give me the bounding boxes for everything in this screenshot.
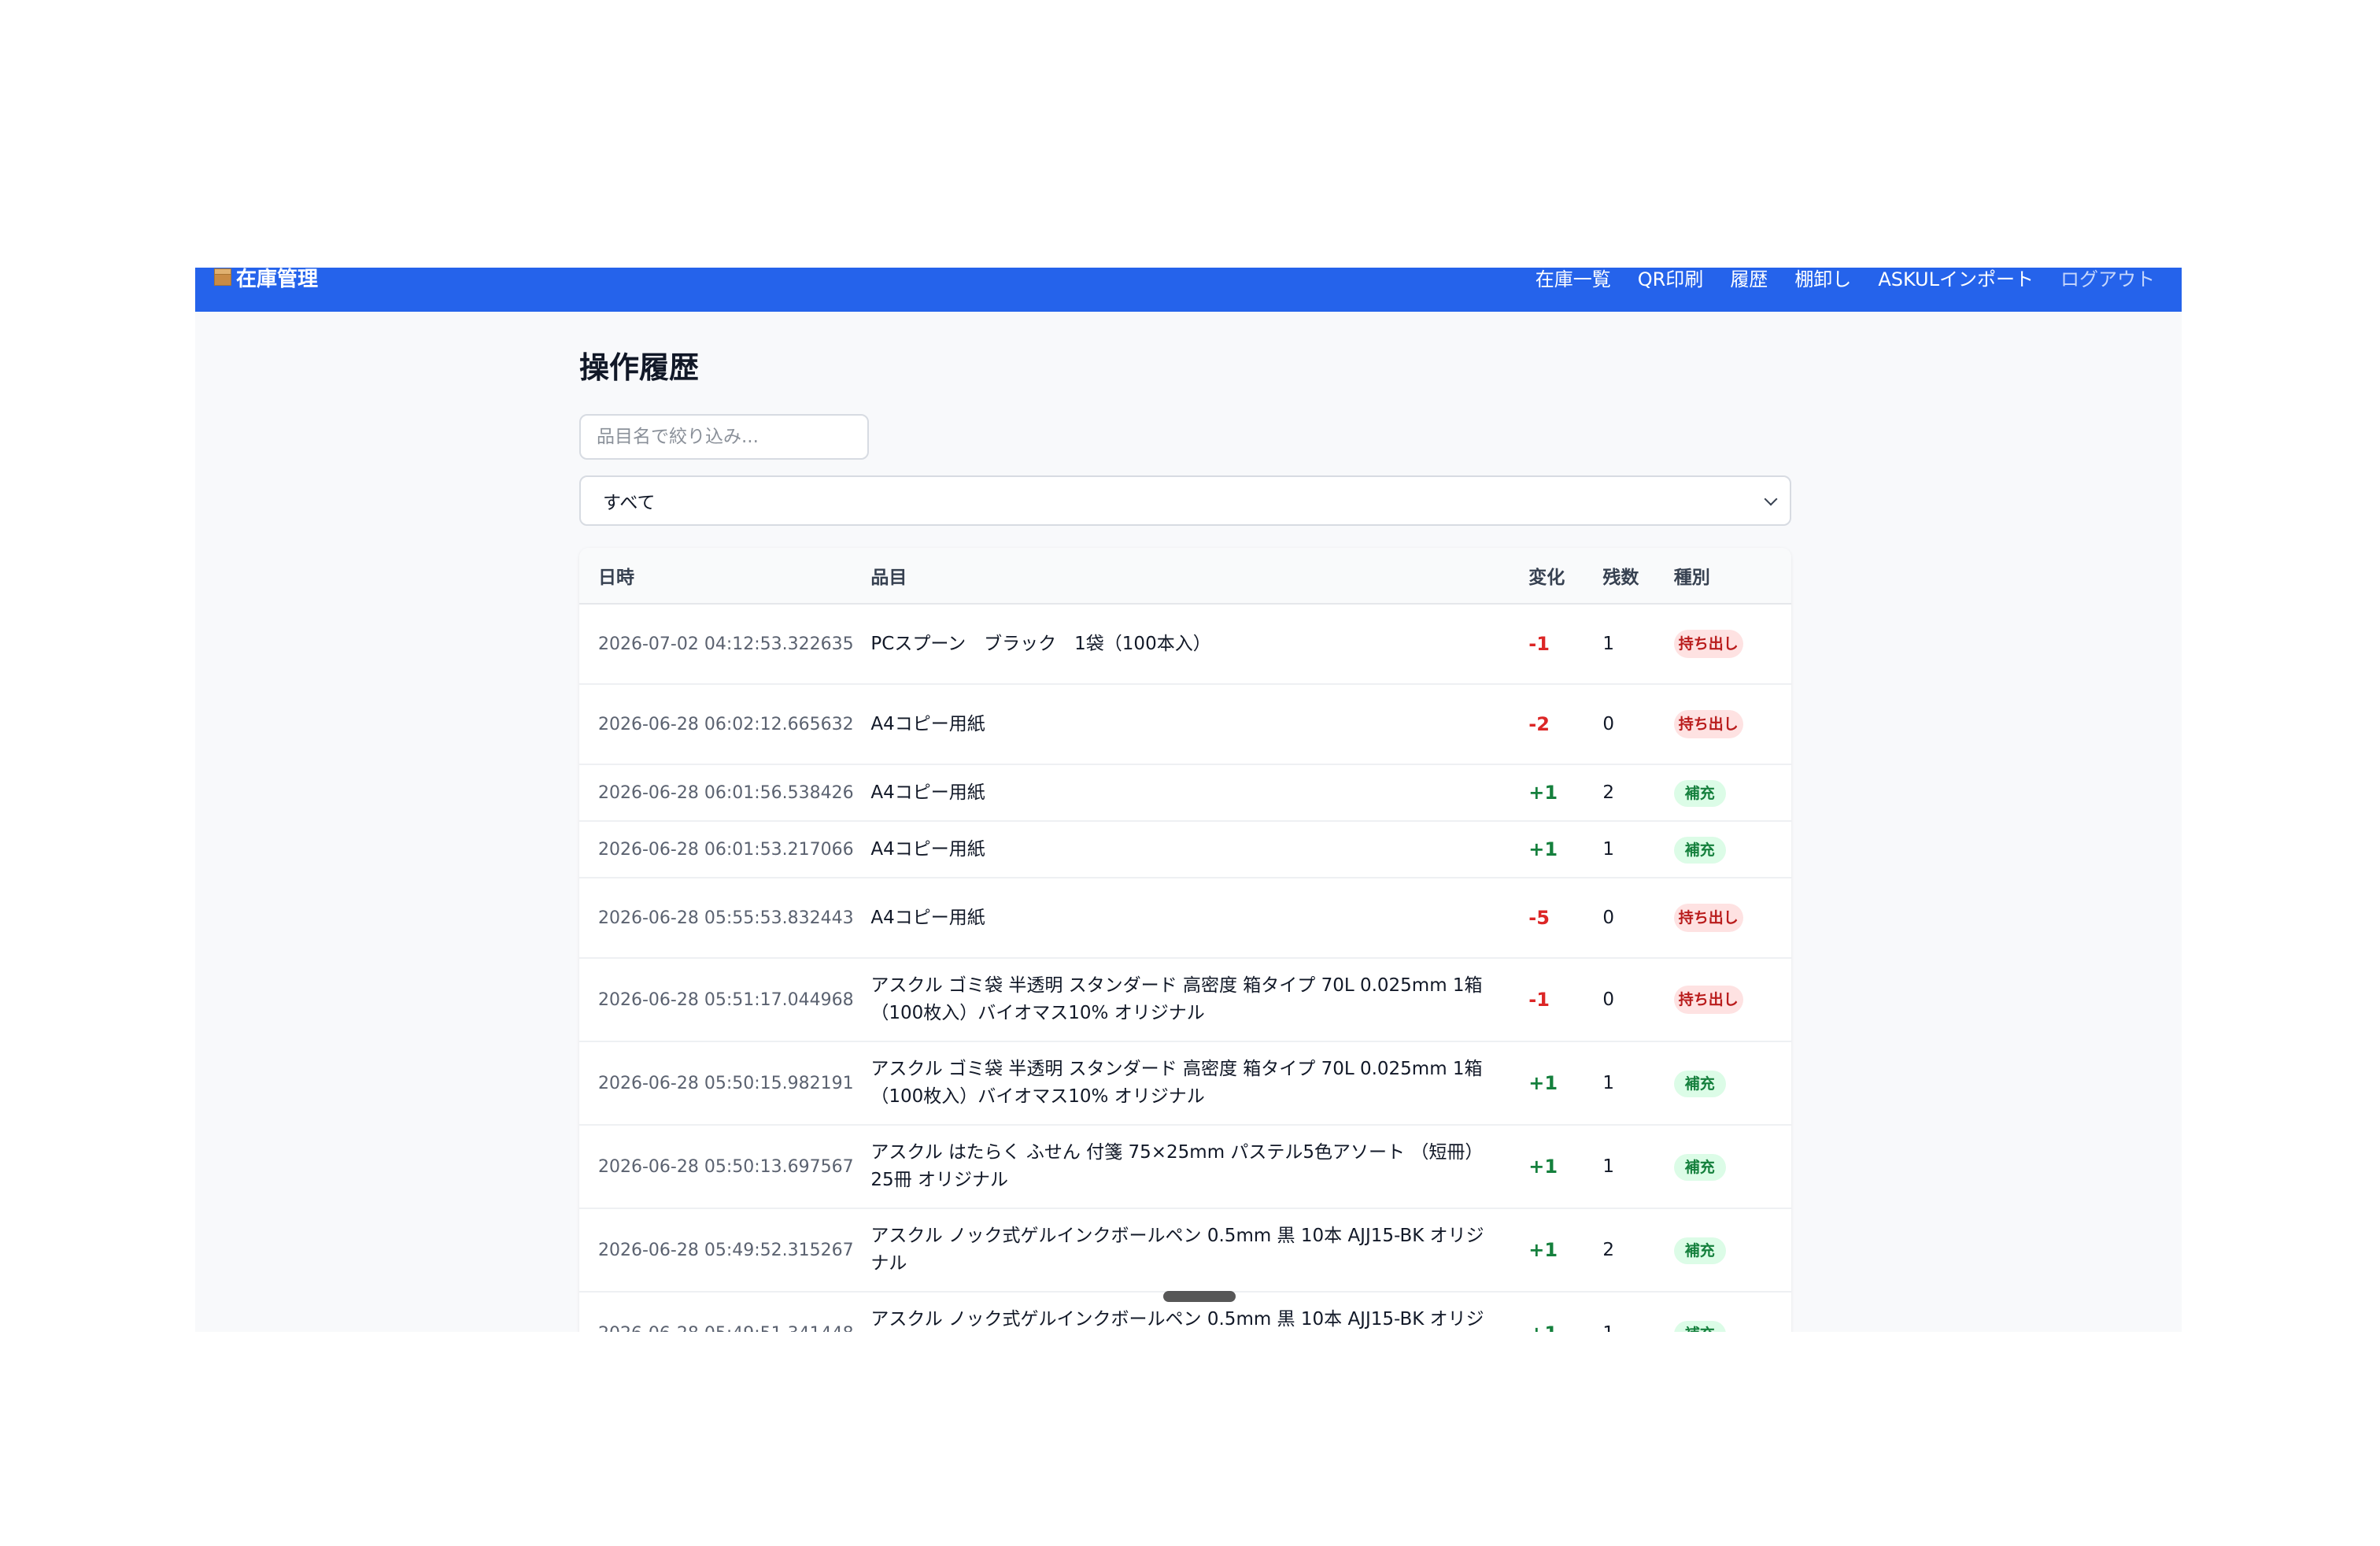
header-remaining: 残数 bbox=[1584, 548, 1655, 605]
row-change: -1 bbox=[1510, 958, 1584, 1042]
row-remaining: 1 bbox=[1584, 1125, 1655, 1209]
type-badge-in: 補充 bbox=[1673, 836, 1726, 864]
row-date: 2026-06-28 05:55:53.832443 bbox=[579, 878, 854, 959]
row-change: -1 bbox=[1510, 604, 1584, 685]
row-type: 持ち出し bbox=[1654, 604, 1791, 685]
nav-links: 在庫一覧 QR印刷 履歴 棚卸し ASKULインポート ログアウト bbox=[1536, 268, 2155, 290]
row-item: A4コピー用紙 bbox=[852, 821, 1510, 878]
header-type: 種別 bbox=[1654, 548, 1791, 605]
row-type: 持ち出し bbox=[1654, 958, 1791, 1042]
history-table: 日時 品目 変化 残数 種別 2026-07-02 04:12:53.32263… bbox=[579, 548, 1791, 1332]
row-change: -5 bbox=[1510, 878, 1584, 959]
app-window: 在庫管理 在庫一覧 QR印刷 履歴 棚卸し ASKULインポート ログアウト 操… bbox=[195, 268, 2182, 1332]
row-item: A4コピー用紙 bbox=[852, 878, 1510, 959]
chevron-down-icon bbox=[1764, 492, 1778, 506]
row-date: 2026-06-28 05:50:15.982191 bbox=[579, 1041, 854, 1126]
top-navbar: 在庫管理 在庫一覧 QR印刷 履歴 棚卸し ASKULインポート ログアウト bbox=[195, 268, 2182, 312]
row-remaining: 0 bbox=[1584, 958, 1655, 1042]
row-item: A4コピー用紙 bbox=[852, 684, 1510, 765]
brand-logo[interactable]: 在庫管理 bbox=[214, 268, 319, 291]
scroll-indicator[interactable] bbox=[1163, 1291, 1236, 1302]
table-row: 2026-06-28 06:01:53.217066 A4コピー用紙 +1 1 補充 bbox=[579, 821, 1791, 878]
row-item: A4コピー用紙 bbox=[852, 764, 1510, 822]
package-icon bbox=[214, 268, 231, 286]
table-row: 2026-06-28 05:50:15.982191 アスクル ゴミ袋 半透明 ス… bbox=[579, 1041, 1791, 1126]
row-date: 2026-06-28 05:49:52.315267 bbox=[579, 1208, 854, 1293]
row-type: 補充 bbox=[1654, 1041, 1791, 1126]
row-remaining: 2 bbox=[1584, 1208, 1655, 1293]
row-change: +1 bbox=[1510, 821, 1584, 878]
type-badge-in: 補充 bbox=[1673, 1320, 1726, 1332]
table-row: 2026-06-28 05:50:13.697567 アスクル はたらく ふせん … bbox=[579, 1125, 1791, 1209]
row-date: 2026-06-28 06:02:12.665632 bbox=[579, 684, 854, 765]
type-badge-in: 補充 bbox=[1673, 779, 1726, 807]
logout-link[interactable]: ログアウト bbox=[2060, 268, 2155, 291]
row-change: -2 bbox=[1510, 684, 1584, 765]
row-remaining: 1 bbox=[1584, 821, 1655, 878]
row-remaining: 1 bbox=[1584, 1292, 1655, 1332]
type-badge-in: 補充 bbox=[1673, 1153, 1726, 1181]
table-row: 2026-06-28 06:01:56.538426 A4コピー用紙 +1 2 補充 bbox=[579, 764, 1791, 822]
row-item: アスクル ゴミ袋 半透明 スタンダード 高密度 箱タイプ 70L 0.025mm… bbox=[852, 958, 1510, 1042]
row-change: +1 bbox=[1510, 764, 1584, 822]
row-remaining: 2 bbox=[1584, 764, 1655, 822]
table-row: 2026-06-28 06:02:12.665632 A4コピー用紙 -2 0 持ち出し bbox=[579, 684, 1791, 765]
row-remaining: 0 bbox=[1584, 684, 1655, 765]
row-type: 補充 bbox=[1654, 1208, 1791, 1293]
row-change: +1 bbox=[1510, 1208, 1584, 1293]
row-date: 2026-07-02 04:12:53.322635 bbox=[579, 604, 854, 685]
row-date: 2026-06-28 05:49:51.341448 bbox=[579, 1292, 854, 1332]
nav-link-history[interactable]: 履歴 bbox=[1730, 268, 1768, 291]
row-item: アスクル ゴミ袋 半透明 スタンダード 高密度 箱タイプ 70L 0.025mm… bbox=[852, 1041, 1510, 1126]
table-row: 2026-07-02 04:12:53.322635 PCスプーン ブラック 1袋… bbox=[579, 604, 1791, 685]
search-input[interactable] bbox=[579, 414, 869, 460]
row-item: アスクル ノック式ゲルインクボールペン 0.5mm 黒 10本 AJJ15-BK… bbox=[852, 1208, 1510, 1293]
page-title: 操作履歴 bbox=[579, 350, 700, 385]
table-header-row: 日時 品目 変化 残数 種別 bbox=[579, 548, 1791, 605]
table-row: 2026-06-28 05:51:17.044968 アスクル ゴミ袋 半透明 ス… bbox=[579, 958, 1791, 1042]
table-row: 2026-06-28 05:49:52.315267 アスクル ノック式ゲルインク… bbox=[579, 1208, 1791, 1293]
nav-link-inventory[interactable]: 在庫一覧 bbox=[1536, 268, 1611, 291]
history-table-card: 日時 品目 変化 残数 種別 2026-07-02 04:12:53.32263… bbox=[579, 548, 1791, 1332]
row-date: 2026-06-28 05:51:17.044968 bbox=[579, 958, 854, 1042]
type-badge-out: 持ち出し bbox=[1673, 630, 1743, 658]
type-badge-out: 持ち出し bbox=[1673, 986, 1743, 1014]
nav-link-stocktaking[interactable]: 棚卸し bbox=[1794, 268, 1851, 291]
row-change: +1 bbox=[1510, 1292, 1584, 1332]
type-badge-in: 補充 bbox=[1673, 1237, 1726, 1264]
type-badge-in: 補充 bbox=[1673, 1070, 1726, 1097]
nav-link-qr-print[interactable]: QR印刷 bbox=[1638, 268, 1704, 291]
row-type: 補充 bbox=[1654, 821, 1791, 878]
brand-title: 在庫管理 bbox=[236, 268, 319, 291]
row-date: 2026-06-28 06:01:53.217066 bbox=[579, 821, 854, 878]
header-date: 日時 bbox=[579, 548, 852, 605]
row-remaining: 1 bbox=[1584, 1041, 1655, 1126]
row-change: +1 bbox=[1510, 1125, 1584, 1209]
row-item: PCスプーン ブラック 1袋（100本入） bbox=[852, 604, 1510, 685]
row-change: +1 bbox=[1510, 1041, 1584, 1126]
row-type: 持ち出し bbox=[1654, 878, 1791, 959]
nav-link-askul-import[interactable]: ASKULインポート bbox=[1878, 268, 2034, 291]
row-type: 補充 bbox=[1654, 764, 1791, 822]
type-badge-out: 持ち出し bbox=[1673, 710, 1743, 738]
table-row: 2026-06-28 05:55:53.832443 A4コピー用紙 -5 0 持ち出し bbox=[579, 878, 1791, 959]
row-remaining: 1 bbox=[1584, 604, 1655, 685]
header-item: 品目 bbox=[852, 548, 1510, 605]
row-type: 持ち出し bbox=[1654, 684, 1791, 765]
type-badge-out: 持ち出し bbox=[1673, 904, 1743, 932]
row-type: 補充 bbox=[1654, 1125, 1791, 1209]
row-remaining: 0 bbox=[1584, 878, 1655, 959]
row-type: 補充 bbox=[1654, 1292, 1791, 1332]
type-filter-value: すべて bbox=[603, 493, 656, 513]
header-change: 変化 bbox=[1510, 548, 1584, 605]
row-date: 2026-06-28 06:01:56.538426 bbox=[579, 764, 854, 822]
row-item: アスクル はたらく ふせん 付箋 75×25mm パステル5色アソート （短冊）… bbox=[852, 1125, 1510, 1209]
type-filter-select[interactable]: すべて bbox=[579, 475, 1791, 526]
row-date: 2026-06-28 05:50:13.697567 bbox=[579, 1125, 854, 1209]
